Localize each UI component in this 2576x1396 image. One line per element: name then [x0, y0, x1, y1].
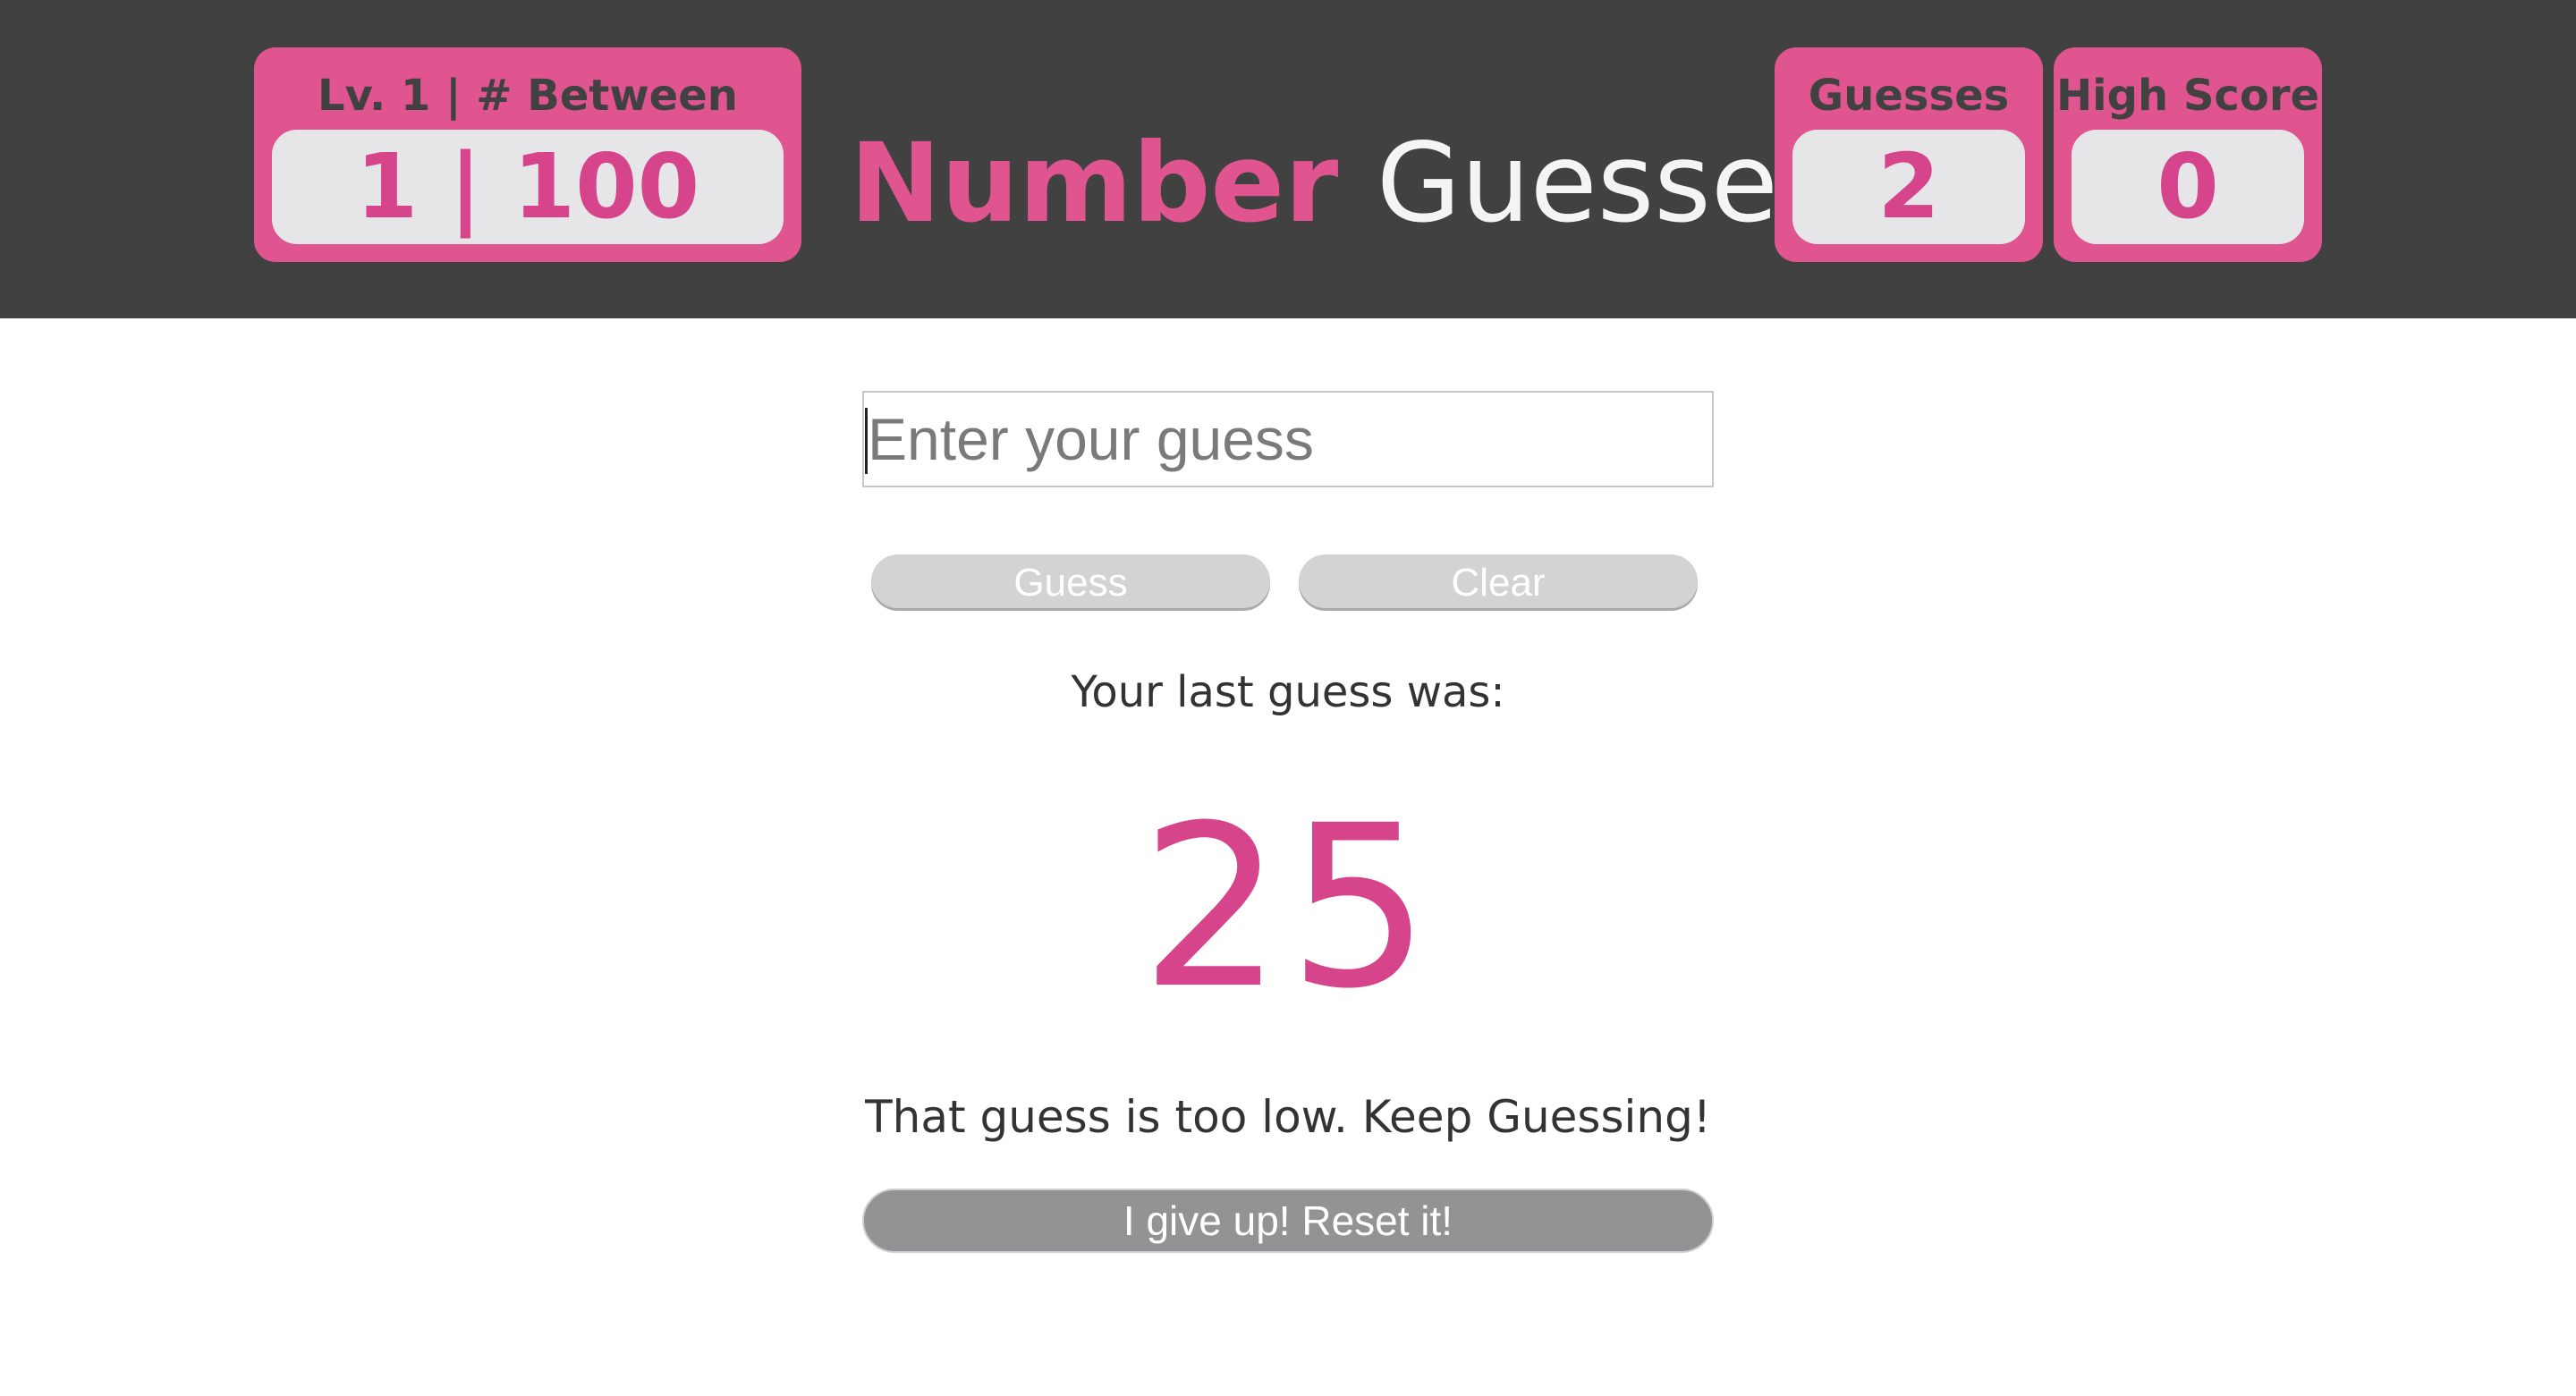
- guess-input[interactable]: [862, 391, 1714, 487]
- last-guess-label: Your last guess was:: [1071, 667, 1505, 717]
- app-title-strong: Number: [850, 120, 1339, 247]
- level-range-label: Lv. 1 | # Between: [318, 71, 738, 121]
- level-range-value: 1 | 100: [272, 130, 784, 244]
- last-guess-number: 25: [1140, 777, 1436, 1037]
- high-score-label: High Score: [2055, 71, 2320, 121]
- level-range-box: Lv. 1 | # Between 1 | 100: [254, 47, 801, 262]
- text-caret: [865, 408, 868, 474]
- feedback-message: That guess is too low. Keep Guessing!: [865, 1091, 1711, 1143]
- guesses-count-label: Guesses: [1808, 71, 2010, 121]
- high-score-value: 0: [2072, 130, 2304, 244]
- guesses-count-box: Guesses 2: [1775, 47, 2043, 262]
- high-score-box: High Score 0: [2054, 47, 2322, 262]
- clear-button[interactable]: Clear: [1299, 554, 1698, 608]
- reset-button[interactable]: I give up! Reset it!: [862, 1189, 1714, 1253]
- guesses-count-value: 2: [1792, 130, 2025, 244]
- app-title-light: Guesser: [1376, 120, 1824, 247]
- app-title: Number Guesser: [850, 107, 1823, 259]
- header-bar: Lv. 1 | # Between 1 | 100 Number Guesser…: [0, 0, 2576, 318]
- guess-button[interactable]: Guess: [871, 554, 1270, 608]
